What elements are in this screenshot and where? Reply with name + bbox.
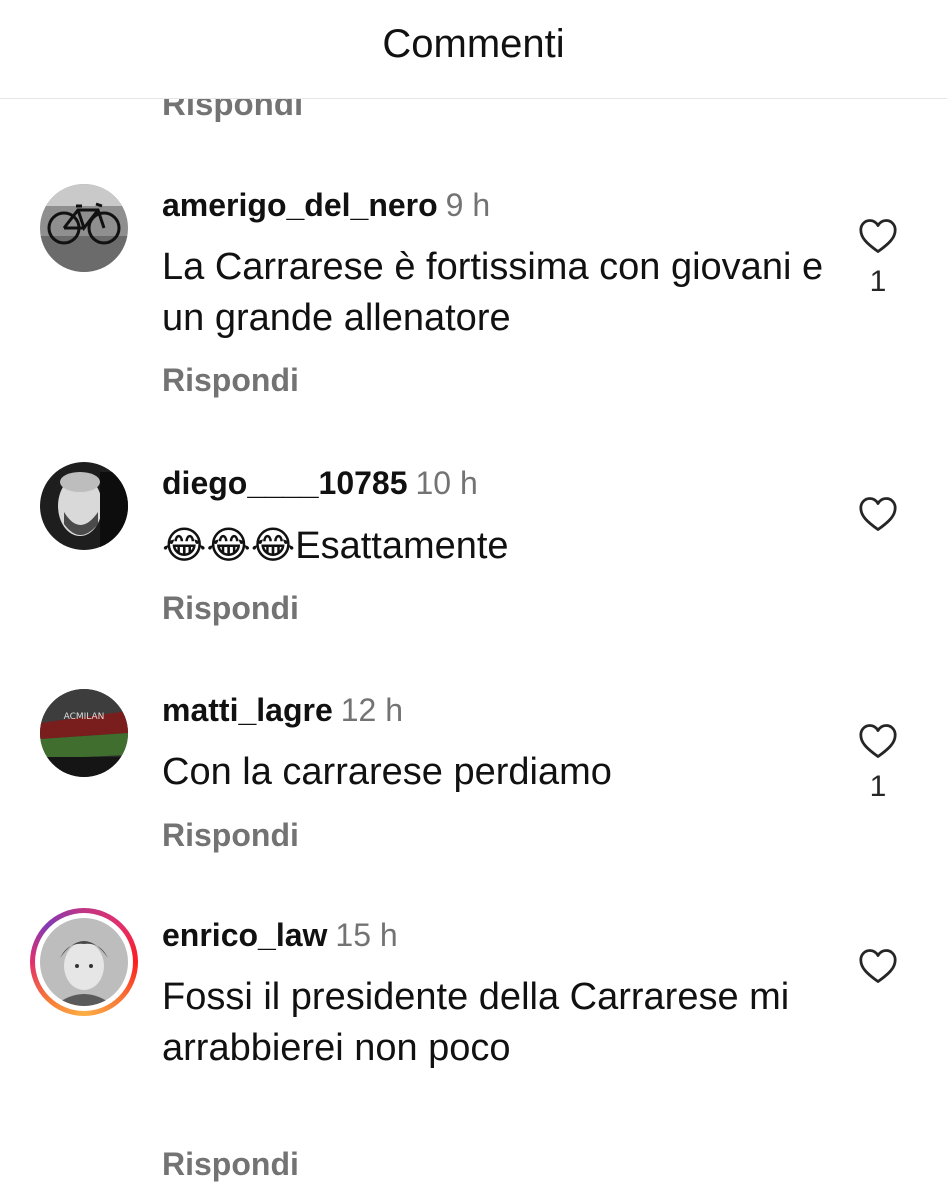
comment-text: Fossi il presidente della Carrarese mi a… [162, 976, 790, 1069]
comments-sheet: Commenti Rispondi amerigo_del_nero 9 h La… [0, 0, 947, 1200]
comment-username[interactable]: diego____10785 [162, 465, 408, 501]
comment-time: 12 h [340, 692, 404, 728]
bicycle-avatar[interactable] [40, 184, 128, 272]
reply-button[interactable]: Rispondi [162, 1144, 299, 1184]
like-button[interactable]: 1 [858, 723, 898, 805]
stadium-avatar[interactable]: ACMILAN [40, 689, 128, 777]
reply-button[interactable]: Rispondi [162, 588, 299, 628]
comment-time: 15 h [335, 917, 398, 953]
like-count: 1 [869, 770, 887, 803]
comment-username[interactable]: enrico_law [162, 917, 327, 953]
person-photo-avatar [40, 918, 128, 1006]
like-button[interactable] [858, 496, 898, 532]
comment-meta: diego____10785 10 h [162, 464, 478, 502]
man-profile-avatar[interactable] [40, 462, 128, 550]
story-ring[interactable] [30, 908, 138, 1016]
reply-button[interactable]: Rispondi [162, 360, 299, 400]
comment-username[interactable]: amerigo_del_nero [162, 187, 438, 223]
heart-icon [859, 219, 897, 253]
comment-time: 9 h [445, 187, 491, 223]
comment-username[interactable]: matti_lagre [162, 692, 333, 728]
comment-text: La Carrarese è fortissima con giovani e … [162, 246, 824, 339]
comment-text: Con la carrarese perdiamo [162, 751, 612, 793]
page-title: Commenti [382, 22, 565, 66]
comment-time: 10 h [415, 465, 478, 501]
like-button[interactable]: 1 [858, 218, 898, 300]
reply-button[interactable]: Rispondi [162, 815, 299, 855]
svg-text:ACMILAN: ACMILAN [64, 712, 105, 722]
heart-icon [859, 497, 897, 531]
like-count: 1 [869, 265, 887, 298]
heart-icon [859, 949, 897, 983]
comment-meta: amerigo_del_nero 9 h [162, 186, 490, 224]
laughing-emoji: 😂😂😂 [162, 523, 296, 567]
comments-header: Commenti [0, 0, 947, 99]
comment-meta: matti_lagre 12 h [162, 691, 403, 729]
comment-meta: enrico_law 15 h [162, 916, 398, 954]
heart-icon [859, 724, 897, 758]
comment-text: 😂😂😂Esattamente [162, 520, 842, 572]
comment-text-body: Esattamente [295, 525, 509, 567]
like-button[interactable] [858, 948, 898, 984]
